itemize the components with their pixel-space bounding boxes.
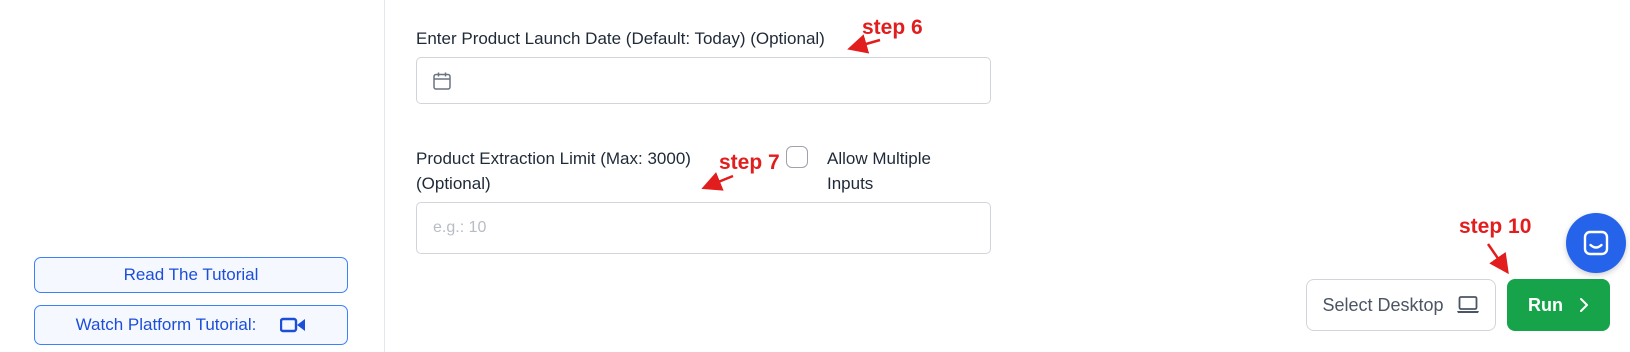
allow-multiple-label-line2: Inputs bbox=[827, 174, 874, 193]
chat-button[interactable] bbox=[1566, 213, 1626, 273]
launch-date-input[interactable] bbox=[417, 58, 990, 103]
run-button[interactable]: Run bbox=[1507, 279, 1610, 331]
extraction-limit-label-line2: (Optional) bbox=[416, 174, 491, 193]
select-desktop-button[interactable]: Select Desktop bbox=[1306, 279, 1496, 331]
panel-divider bbox=[384, 0, 385, 352]
extraction-limit-label-line1: Product Extraction Limit (Max: 3000) bbox=[416, 149, 691, 168]
launch-date-label: Enter Product Launch Date (Default: Toda… bbox=[416, 29, 825, 48]
select-desktop-label: Select Desktop bbox=[1322, 294, 1444, 315]
allow-multiple-label: Allow Multiple Inputs bbox=[827, 146, 931, 196]
step6-annotation: step 6 bbox=[862, 16, 923, 39]
allow-multiple-checkbox[interactable] bbox=[786, 146, 808, 168]
step10-annotation: step 10 bbox=[1459, 215, 1532, 238]
extraction-limit-label: Product Extraction Limit (Max: 3000) (Op… bbox=[416, 146, 691, 196]
chat-icon bbox=[1582, 229, 1610, 257]
allow-multiple-label-line1: Allow Multiple bbox=[827, 149, 931, 168]
chevron-right-icon bbox=[1579, 297, 1589, 313]
launch-date-field[interactable] bbox=[416, 57, 991, 104]
watch-tutorial-label: Watch Platform Tutorial: bbox=[75, 315, 257, 334]
read-tutorial-button[interactable]: Read The Tutorial bbox=[34, 257, 348, 293]
read-tutorial-label: Read The Tutorial bbox=[123, 265, 259, 284]
video-camera-icon bbox=[280, 317, 306, 333]
watch-tutorial-button[interactable]: Watch Platform Tutorial: bbox=[34, 305, 348, 345]
extraction-limit-field[interactable] bbox=[416, 202, 991, 254]
run-label: Run bbox=[1528, 294, 1563, 315]
calendar-icon bbox=[432, 71, 452, 96]
extraction-limit-input[interactable] bbox=[417, 203, 990, 253]
step7-annotation: step 7 bbox=[719, 151, 780, 174]
laptop-icon bbox=[1456, 295, 1480, 315]
